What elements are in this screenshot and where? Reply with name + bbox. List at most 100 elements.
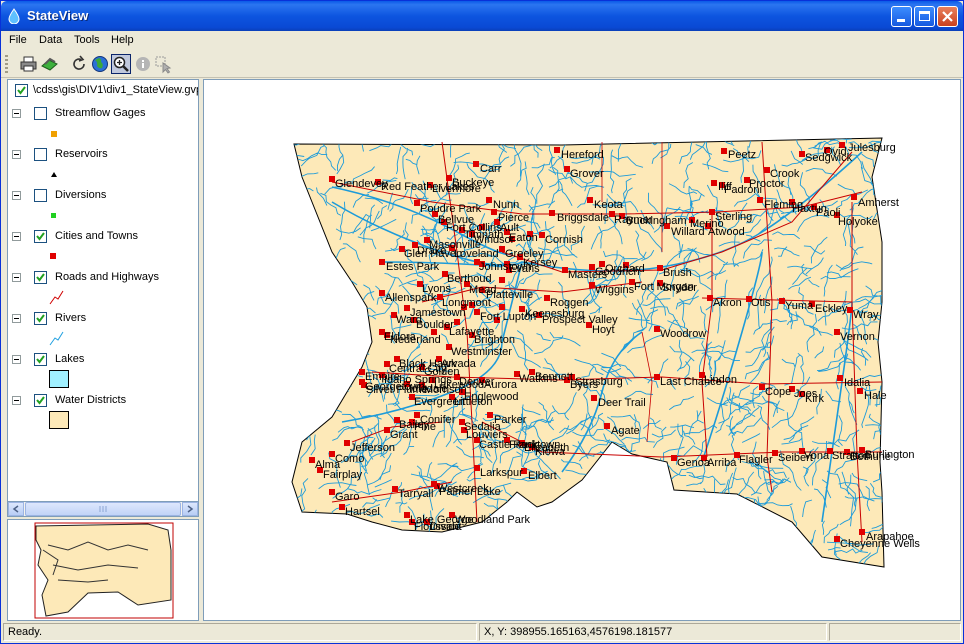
city-marker[interactable] bbox=[379, 259, 385, 265]
city-label: Nunn bbox=[493, 199, 519, 211]
layer-checkbox[interactable] bbox=[34, 271, 47, 284]
scroll-thumb[interactable] bbox=[25, 502, 181, 516]
layer-checkbox[interactable] bbox=[34, 353, 47, 366]
city-label: Agate bbox=[611, 425, 640, 437]
layer-checkbox[interactable] bbox=[34, 230, 47, 243]
layer-checkbox[interactable] bbox=[34, 189, 47, 202]
city-label: Sedgwick bbox=[805, 152, 853, 164]
zoom-button[interactable] bbox=[111, 54, 131, 74]
layer-row-roads-and-highways[interactable]: Roads and Highways bbox=[8, 270, 198, 286]
scroll-left-button[interactable] bbox=[8, 502, 24, 516]
city-label: Eckley bbox=[815, 303, 848, 315]
city-marker[interactable] bbox=[487, 412, 493, 418]
app-window: StateView File Data Tools Help \cdss\gis… bbox=[0, 0, 964, 644]
layer-row-cities-and-towns[interactable]: Cities and Towns bbox=[8, 229, 198, 245]
city-label: Wiggins bbox=[595, 284, 635, 296]
city-label: Carr bbox=[480, 163, 502, 175]
city-label: Fairplay bbox=[323, 469, 363, 481]
minimize-button[interactable] bbox=[891, 6, 912, 27]
layer-checkbox[interactable] bbox=[34, 312, 47, 325]
legend-horizontal-scrollbar[interactable] bbox=[7, 501, 199, 517]
lake-symbol bbox=[49, 370, 69, 388]
city-marker[interactable] bbox=[859, 529, 865, 535]
collapse-toggle[interactable] bbox=[12, 232, 21, 241]
overview-map[interactable] bbox=[7, 519, 199, 621]
collapse-toggle[interactable] bbox=[12, 109, 21, 118]
city-marker[interactable] bbox=[454, 319, 460, 325]
layer-checkbox[interactable] bbox=[34, 148, 47, 161]
city-label: Grover bbox=[570, 168, 604, 180]
city-label: Hereford bbox=[561, 149, 604, 161]
city-label: Lindon bbox=[704, 374, 737, 386]
select-button[interactable] bbox=[153, 54, 173, 74]
layer-label: Rivers bbox=[55, 312, 87, 324]
maximize-button[interactable] bbox=[914, 6, 935, 27]
layer-checkbox[interactable] bbox=[34, 107, 47, 120]
menu-file[interactable]: File bbox=[9, 34, 27, 46]
menu-tools[interactable]: Tools bbox=[74, 34, 100, 46]
globe-button[interactable] bbox=[90, 54, 110, 74]
collapse-toggle[interactable] bbox=[12, 150, 21, 159]
city-label: Idalia bbox=[844, 377, 871, 389]
city-label: Woodrow bbox=[660, 328, 706, 340]
menu-help[interactable]: Help bbox=[111, 34, 134, 46]
layer-row-rivers[interactable]: Rivers bbox=[8, 311, 198, 327]
map-view[interactable]: Julesburg Ovid Sedgwick Peetz Crook Proctor Il… bbox=[203, 79, 961, 621]
map-canvas[interactable]: JulesburgOvidSedgwickPeetzCrookProctorIl… bbox=[204, 80, 961, 621]
diversion-symbol bbox=[51, 213, 56, 218]
city-marker[interactable] bbox=[851, 194, 857, 200]
globe-icon bbox=[92, 56, 108, 72]
info-icon bbox=[136, 57, 150, 71]
layer-checkbox[interactable] bbox=[34, 394, 47, 407]
city-marker[interactable] bbox=[486, 197, 492, 203]
city-marker[interactable] bbox=[499, 277, 505, 283]
collapse-toggle[interactable] bbox=[12, 191, 21, 200]
zoom-icon bbox=[113, 56, 129, 72]
select-icon bbox=[155, 56, 172, 74]
layer-label: Cities and Towns bbox=[55, 230, 138, 242]
checkmark-icon bbox=[36, 355, 45, 364]
layer-row-water-districts[interactable]: Water Districts bbox=[8, 393, 198, 409]
city-marker[interactable] bbox=[604, 423, 610, 429]
city-label: Windsor bbox=[474, 234, 515, 246]
city-marker[interactable] bbox=[549, 210, 555, 216]
menu-data[interactable]: Data bbox=[39, 34, 62, 46]
city-marker[interactable] bbox=[473, 161, 479, 167]
city-label: Padroni bbox=[724, 184, 762, 196]
city-marker[interactable] bbox=[711, 180, 717, 186]
root-checkbox[interactable] bbox=[15, 84, 28, 97]
info-button[interactable] bbox=[133, 54, 153, 74]
city-marker[interactable] bbox=[837, 375, 843, 381]
city-marker[interactable] bbox=[499, 304, 505, 310]
city-label: Peetz bbox=[728, 149, 756, 161]
close-button[interactable] bbox=[937, 6, 958, 27]
collapse-toggle[interactable] bbox=[12, 355, 21, 364]
close-icon bbox=[942, 11, 953, 22]
city-label: Watkins bbox=[519, 373, 558, 385]
scroll-right-button[interactable] bbox=[182, 502, 198, 516]
city-label: Briggsdale bbox=[557, 212, 609, 224]
city-label: Deer Trail bbox=[598, 397, 646, 409]
collapse-toggle[interactable] bbox=[12, 396, 21, 405]
city-label: Evergreen bbox=[414, 396, 465, 408]
toolbar-grip[interactable] bbox=[5, 55, 8, 73]
layer-row-reservoirs[interactable]: Reservoirs bbox=[8, 147, 198, 163]
road-symbol bbox=[49, 290, 64, 305]
layer-row-streamflow-gages[interactable]: Streamflow Gages bbox=[8, 106, 198, 122]
collapse-toggle[interactable] bbox=[12, 273, 21, 282]
refresh-button[interactable] bbox=[69, 54, 89, 74]
city-label: Garo bbox=[335, 491, 359, 503]
toolbar bbox=[1, 51, 963, 78]
city-marker[interactable] bbox=[721, 148, 727, 154]
window-title: StateView bbox=[27, 8, 89, 23]
properties-button[interactable] bbox=[40, 54, 60, 74]
print-button[interactable] bbox=[19, 54, 39, 74]
city-marker[interactable] bbox=[554, 147, 560, 153]
city-marker[interactable] bbox=[587, 197, 593, 203]
layer-row-diversions[interactable]: Diversions bbox=[8, 188, 198, 204]
city-marker[interactable] bbox=[757, 197, 763, 203]
arrow-left-icon bbox=[12, 505, 19, 513]
city-marker[interactable] bbox=[591, 395, 597, 401]
layer-row-lakes[interactable]: Lakes bbox=[8, 352, 198, 368]
collapse-toggle[interactable] bbox=[12, 314, 21, 323]
